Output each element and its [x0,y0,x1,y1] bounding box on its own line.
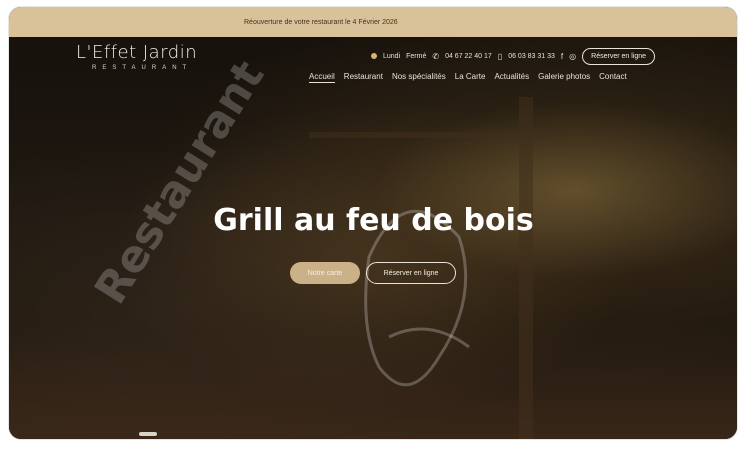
phone-number-2[interactable]: 06 03 83 31 33 [508,53,555,60]
logo-subtitle: RESTAURANT [92,65,193,71]
status-dot-icon [371,53,377,59]
main-navigation: Accueil Restaurant Nos spécialités La Ca… [309,72,627,83]
nav-item-actualites[interactable]: Actualités [494,72,529,83]
nav-item-galerie[interactable]: Galerie photos [538,72,590,83]
facebook-icon[interactable]: f [561,52,563,61]
nav-item-accueil[interactable]: Accueil [309,72,335,83]
menu-button[interactable]: Notre carte [290,262,360,284]
logo-name: L'Effet Jardin [76,42,198,63]
contact-bar: Lundi Fermé ✆ 04 67 22 40 17 ▯ 06 03 83 … [371,47,656,65]
nav-item-contact[interactable]: Contact [599,72,627,83]
hero-title: Grill au feu de bois [213,203,534,238]
hero-section [9,37,737,439]
nav-item-specialites[interactable]: Nos spécialités [392,72,446,83]
hero-overlay [9,37,737,439]
slider-indicator[interactable] [139,432,157,436]
hero-actions: Notre carte Réserver en ligne [290,262,456,284]
nav-item-restaurant[interactable]: Restaurant [344,72,383,83]
reserve-online-button-header[interactable]: Réserver en ligne [582,47,656,65]
announcement-bar: Réouverture de votre restaurant le 4 Fév… [9,7,737,37]
mobile-icon: ▯ [497,51,503,61]
opening-day: Lundi [383,52,401,60]
reserve-online-button-hero[interactable]: Réserver en ligne [366,262,456,284]
phone-icon: ✆ [432,51,440,61]
phone-number-1[interactable]: 04 67 22 40 17 [445,53,492,60]
instagram-icon[interactable]: ◎ [569,52,576,61]
opening-status: Fermé [406,52,427,60]
nav-item-carte[interactable]: La Carte [455,72,486,83]
announcement-text: Réouverture de votre restaurant le 4 Fév… [244,18,398,26]
site-logo[interactable]: L'Effet Jardin RESTAURANT [76,42,198,72]
